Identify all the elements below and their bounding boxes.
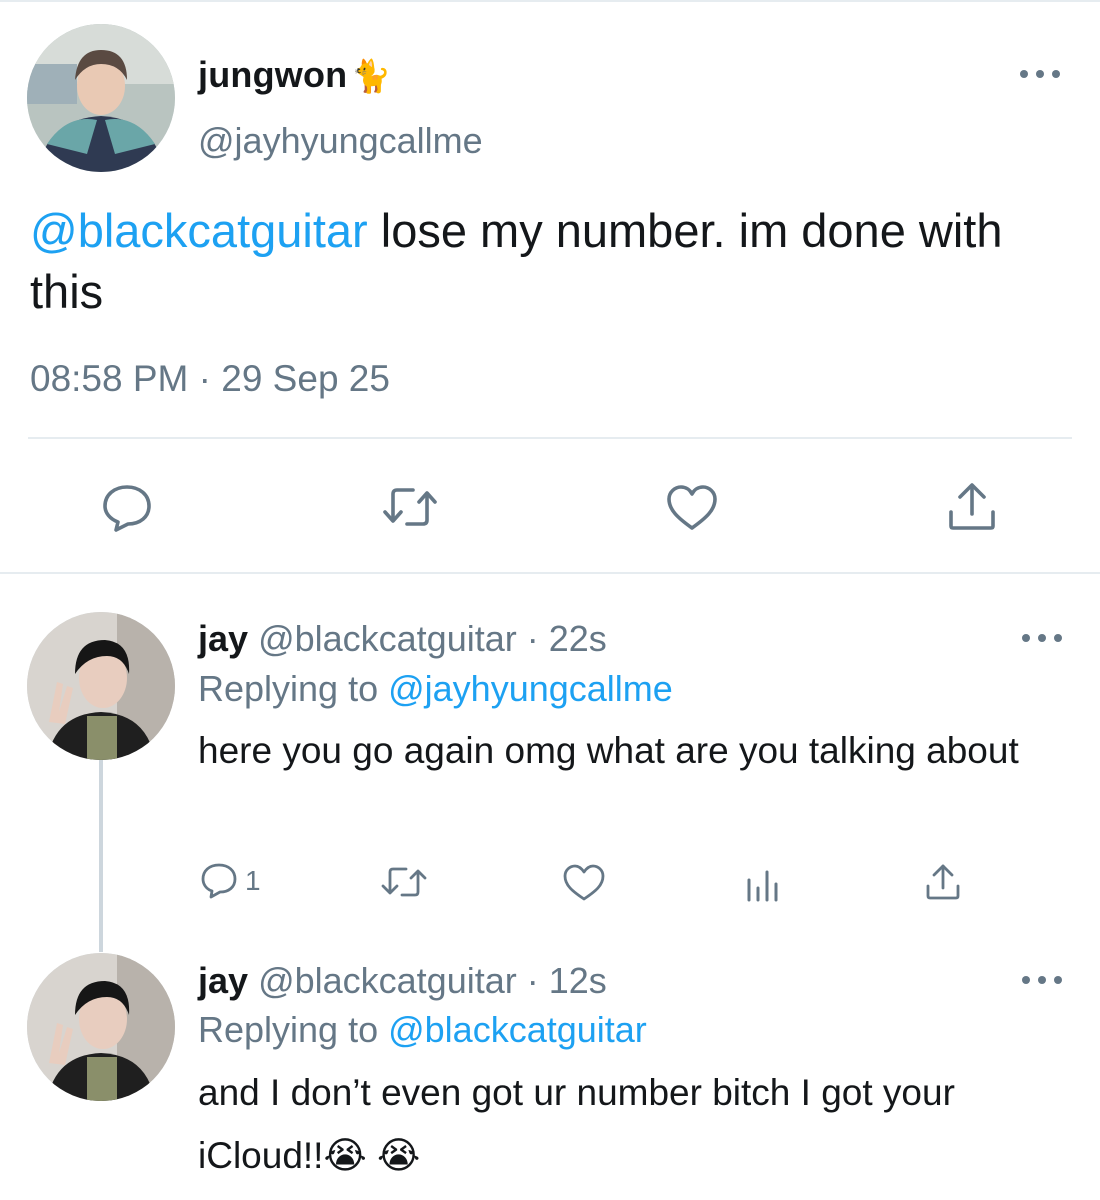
replying-to: Replying to @blackcatguitar <box>198 1009 647 1051</box>
handle[interactable]: @jayhyungcallme <box>198 120 483 162</box>
display-name-text[interactable]: jungwon <box>198 54 347 95</box>
main-tweet: jungwon 🐈 @jayhyungcallme @blackcatguitar… <box>0 0 1100 572</box>
retweet-icon[interactable] <box>380 864 428 900</box>
replying-to: Replying to @jayhyungcallme <box>198 668 673 710</box>
avatar[interactable] <box>27 24 175 172</box>
avatar-image <box>27 24 175 172</box>
replying-to-prefix: Replying to <box>198 668 389 709</box>
thread-line <box>99 760 103 952</box>
section-divider <box>0 572 1100 574</box>
share-icon[interactable] <box>924 863 962 901</box>
reply-icon <box>201 863 237 899</box>
reply-header: jay @blackcatguitar · 12s <box>198 960 607 1002</box>
share-icon[interactable] <box>946 482 998 532</box>
more-options-icon[interactable] <box>1020 68 1060 80</box>
avatar[interactable] <box>27 612 175 760</box>
like-icon[interactable] <box>666 484 718 532</box>
avatar-image <box>27 953 175 1101</box>
cat-emoji: 🐈 <box>351 58 392 94</box>
reply-handle-time[interactable]: @blackcatguitar · 12s <box>258 960 607 1001</box>
tweet-timestamp[interactable]: 08:58 PM · 29 Sep 25 <box>30 358 390 400</box>
divider <box>28 437 1072 439</box>
reply-handle-time[interactable]: @blackcatguitar · 22s <box>258 618 607 659</box>
avatar-image <box>27 612 175 760</box>
reply-display-name[interactable]: jay <box>198 618 248 659</box>
more-options-icon[interactable] <box>1022 974 1062 986</box>
reply-text: here you go again omg what are you talki… <box>198 730 1019 771</box>
tweet-thread: jungwon 🐈 @jayhyungcallme @blackcatguitar… <box>0 0 1100 1200</box>
analytics-icon[interactable] <box>746 866 782 902</box>
reply-text: and I don’t even got ur number bitch I g… <box>198 1072 955 1176</box>
reply-count: 1 <box>245 865 261 896</box>
like-icon[interactable] <box>562 864 606 902</box>
reply-display-name[interactable]: jay <box>198 960 248 1001</box>
retweet-icon[interactable] <box>381 484 439 530</box>
replying-to-link[interactable]: @jayhyungcallme <box>388 668 673 709</box>
replying-to-prefix: Replying to <box>198 1009 389 1050</box>
mention-link[interactable]: @blackcatguitar <box>30 204 368 257</box>
tweet-text: @blackcatguitar lose my number. im done … <box>30 200 1080 322</box>
reply-action[interactable]: 1 <box>201 863 261 899</box>
reply-icon[interactable] <box>102 484 152 532</box>
display-name[interactable]: jungwon 🐈 <box>198 54 391 96</box>
replying-to-link[interactable]: @blackcatguitar <box>388 1009 647 1050</box>
avatar[interactable] <box>27 953 175 1101</box>
reply-header: jay @blackcatguitar · 22s <box>198 618 607 660</box>
more-options-icon[interactable] <box>1022 632 1062 644</box>
